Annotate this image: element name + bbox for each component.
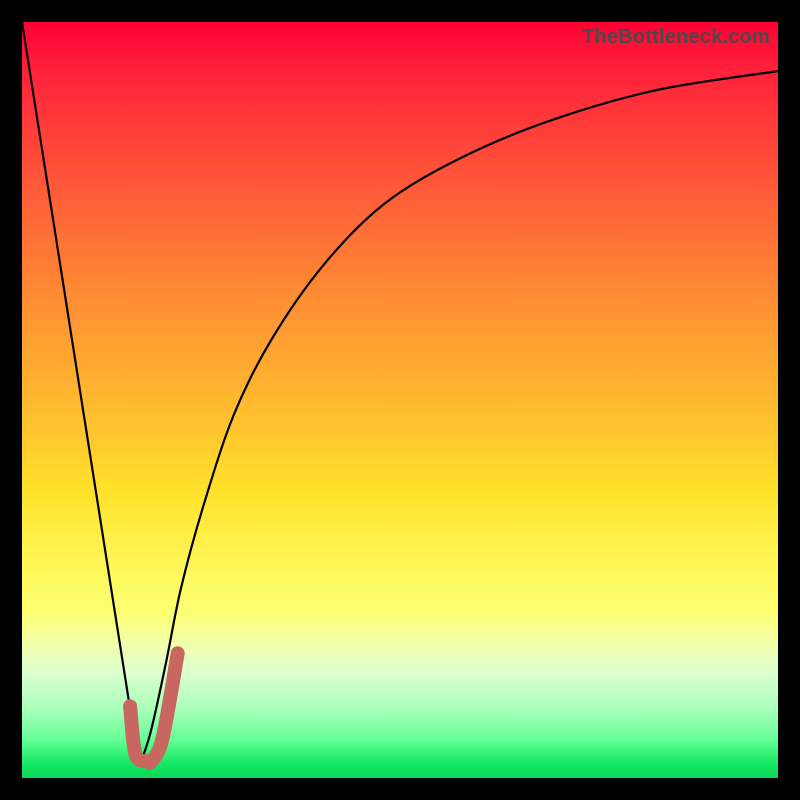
chart-frame: TheBottleneck.com <box>0 0 800 800</box>
chart-curves-svg <box>22 22 778 778</box>
curve-right-branch <box>139 71 778 767</box>
curve-left-branch <box>22 22 139 767</box>
marker-hook <box>130 653 178 763</box>
chart-plot-area: TheBottleneck.com <box>22 22 778 778</box>
